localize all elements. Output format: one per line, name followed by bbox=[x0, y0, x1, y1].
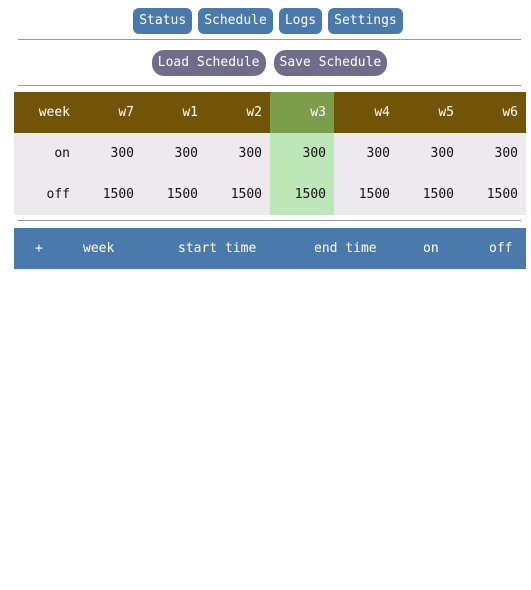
table-cell[interactable]: 300 bbox=[462, 133, 526, 174]
row-label-off: off bbox=[14, 174, 78, 215]
entries-column-on: on bbox=[423, 241, 439, 256]
top-nav: Status Schedule Logs Settings bbox=[0, 8, 531, 34]
divider bbox=[18, 39, 521, 40]
table-cell[interactable]: 1500 bbox=[398, 174, 462, 215]
table-row-on: on 300 300 300 300 300 300 300 bbox=[14, 133, 526, 174]
table-cell[interactable]: 300 bbox=[206, 133, 270, 174]
column-header-w3-selected[interactable]: w3 bbox=[270, 92, 334, 133]
entries-column-start-time: start time bbox=[178, 241, 257, 256]
column-header-w7[interactable]: w7 bbox=[78, 92, 142, 133]
table-cell-selected[interactable]: 1500 bbox=[270, 174, 334, 215]
entries-column-week: week bbox=[83, 241, 115, 256]
table-header-row: week w7 w1 w2 w3 w4 w5 w6 bbox=[14, 92, 526, 133]
table-cell[interactable]: 300 bbox=[334, 133, 398, 174]
schedule-button[interactable]: Schedule bbox=[198, 8, 273, 34]
column-header-w4[interactable]: w4 bbox=[334, 92, 398, 133]
table-cell[interactable]: 300 bbox=[78, 133, 142, 174]
table-cell[interactable]: 300 bbox=[142, 133, 206, 174]
table-cell[interactable]: 1500 bbox=[334, 174, 398, 215]
table-cell-selected[interactable]: 300 bbox=[270, 133, 334, 174]
table-cell[interactable]: 1500 bbox=[206, 174, 270, 215]
table-cell[interactable]: 1500 bbox=[142, 174, 206, 215]
schedule-actions: Load Schedule Save Schedule bbox=[0, 50, 531, 76]
column-header-w6[interactable]: w6 bbox=[462, 92, 526, 133]
table-cell[interactable]: 1500 bbox=[78, 174, 142, 215]
table-cell[interactable]: 1500 bbox=[462, 174, 526, 215]
add-entry-button[interactable]: + bbox=[35, 228, 43, 269]
entries-column-off: off bbox=[489, 241, 513, 256]
table-row-off: off 1500 1500 1500 1500 1500 1500 1500 bbox=[14, 174, 526, 215]
schedule-entries-header: + week start time end time on off bbox=[14, 228, 526, 269]
weekly-schedule-table: week w7 w1 w2 w3 w4 w5 w6 on 300 300 300… bbox=[14, 92, 526, 215]
table-cell[interactable]: 300 bbox=[398, 133, 462, 174]
column-header-w1[interactable]: w1 bbox=[142, 92, 206, 133]
logs-button[interactable]: Logs bbox=[278, 8, 323, 34]
column-header-w5[interactable]: w5 bbox=[398, 92, 462, 133]
divider bbox=[18, 220, 521, 221]
entries-column-end-time: end time bbox=[314, 241, 377, 256]
save-schedule-button[interactable]: Save Schedule bbox=[273, 50, 388, 76]
row-label-on: on bbox=[14, 133, 78, 174]
settings-button[interactable]: Settings bbox=[328, 8, 403, 34]
load-schedule-button[interactable]: Load Schedule bbox=[151, 50, 266, 76]
divider bbox=[18, 85, 521, 86]
column-header-week: week bbox=[14, 92, 78, 133]
status-button[interactable]: Status bbox=[133, 8, 193, 34]
column-header-w2[interactable]: w2 bbox=[206, 92, 270, 133]
